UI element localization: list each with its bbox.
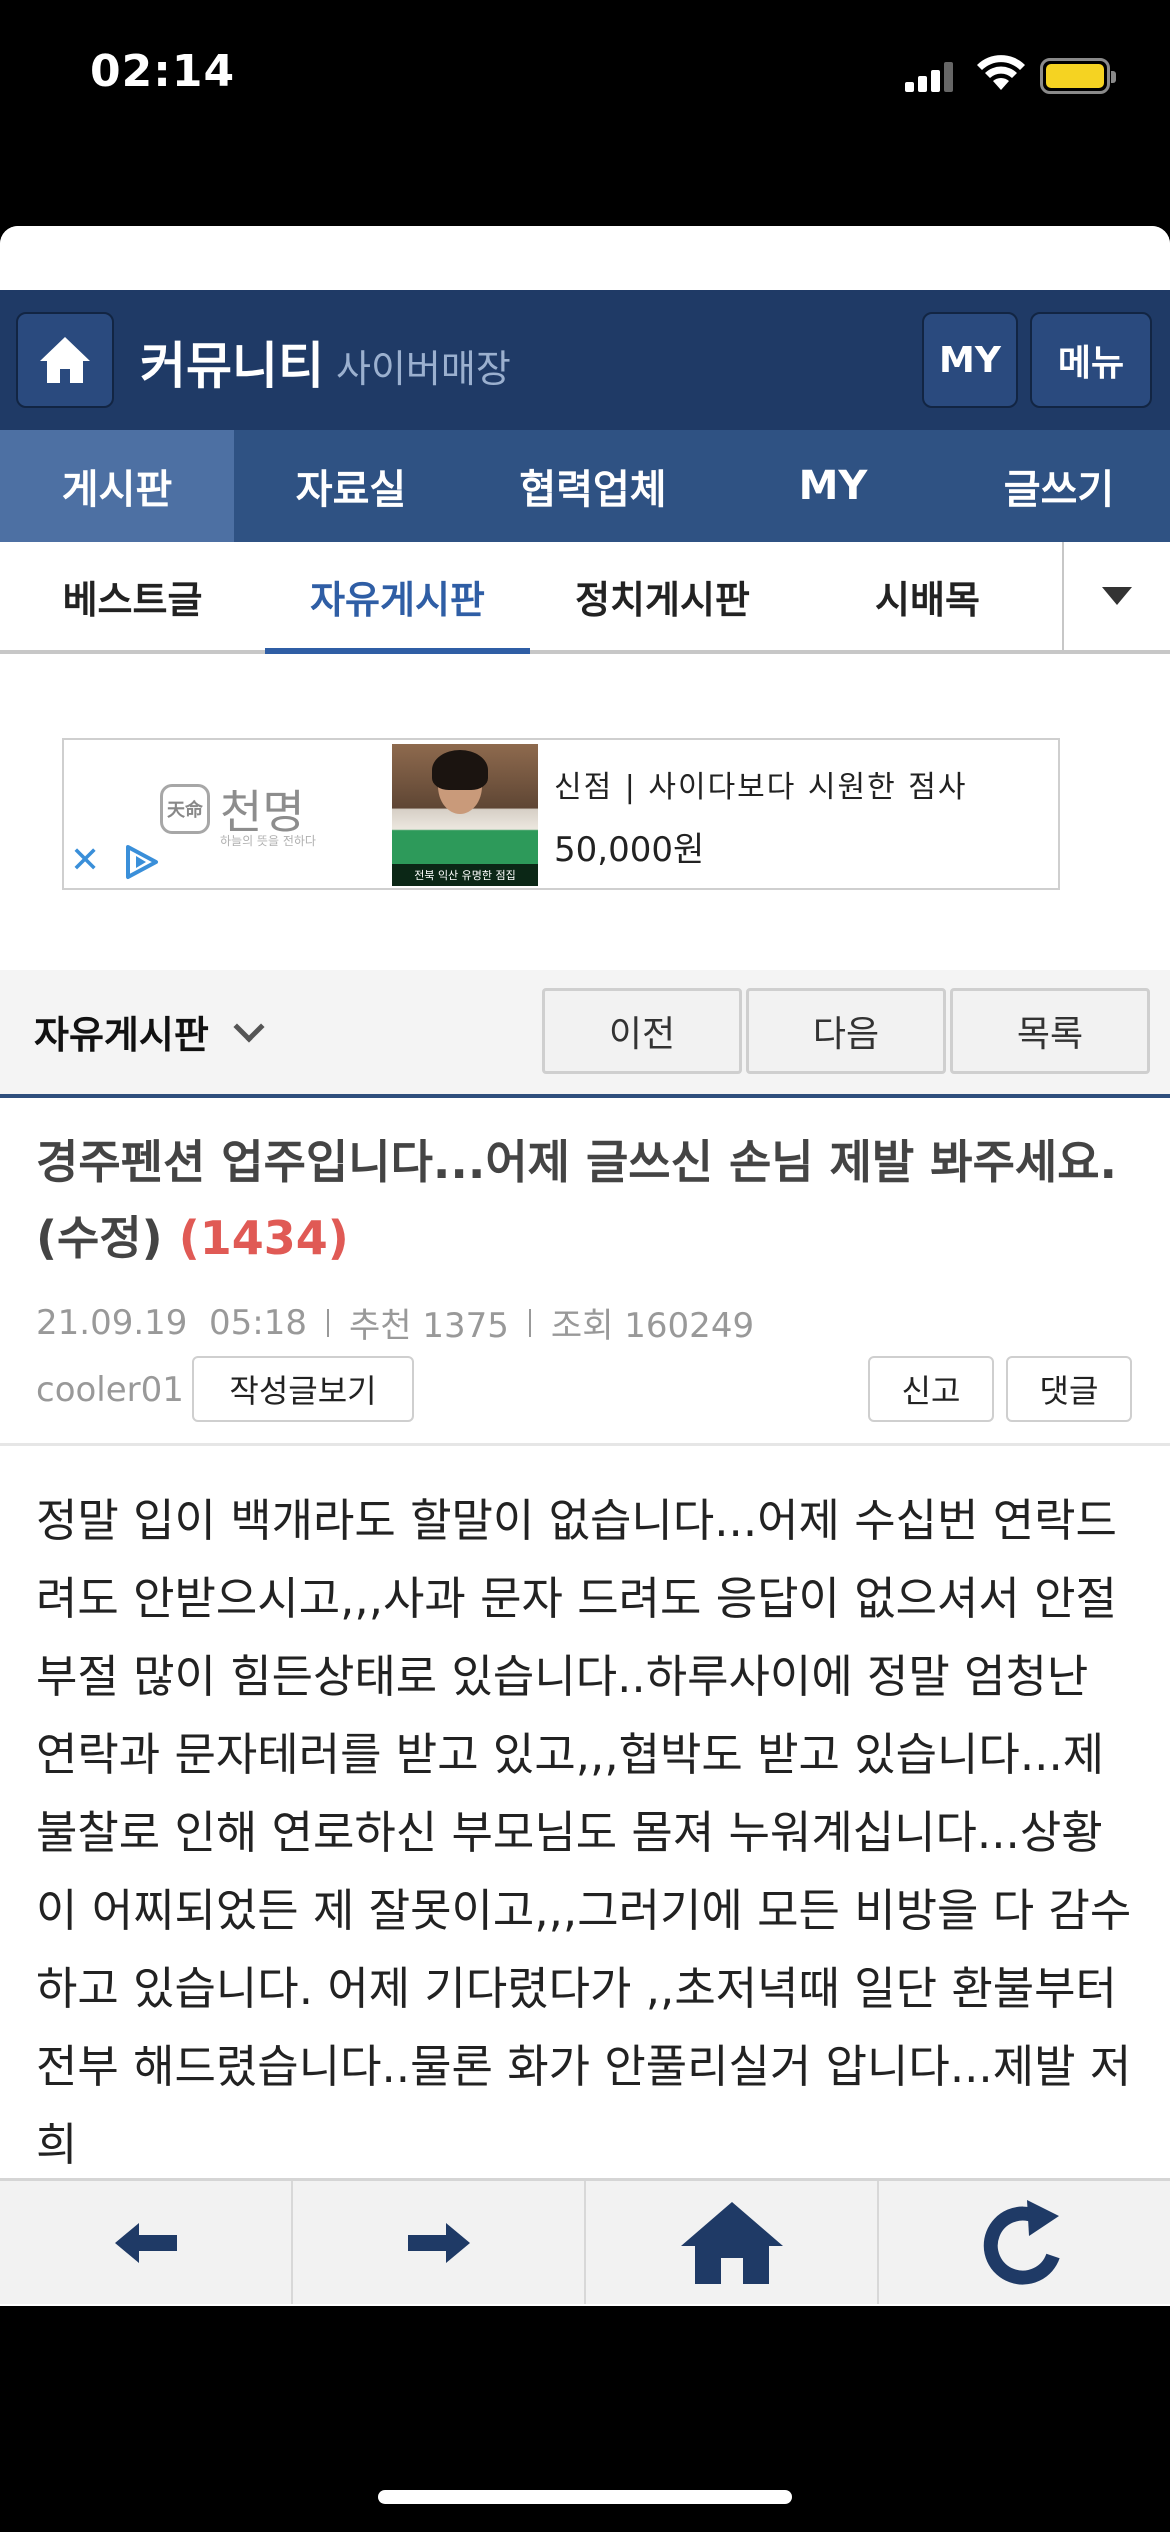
home-icon <box>680 2201 783 2284</box>
board-name[interactable]: 자유게시판 <box>34 1004 209 1059</box>
prev-post-button[interactable]: 이전 <box>542 988 742 1074</box>
ad-banner[interactable]: 天命 천명 하늘의 뜻을 전하다 ✕ 전북 익산 유명한 점집 신점 | 사이다… <box>62 738 1060 890</box>
ad-logo: 天命 천명 하늘의 뜻을 전하다 <box>160 776 316 848</box>
browser-page: 커뮤니티 사이버매장 MY 메뉴 게시판 자료실 협력업체 MY 글쓰기 베스트… <box>0 226 1170 2306</box>
toolbar-home-button[interactable] <box>586 2181 879 2304</box>
tab-sibaemok[interactable]: 시배목 <box>795 542 1060 650</box>
ad-brand-tagline: 하늘의 뜻을 전하다 <box>220 834 316 848</box>
post-date: 21.09.19 05:18 <box>36 1302 308 1343</box>
home-indicator[interactable] <box>378 2490 792 2504</box>
ad-seal-icon: 天命 <box>160 784 210 834</box>
post-title: 경주펜션 업주입니다...어제 글쓰신 손님 제발 봐주세요.(수정) (143… <box>36 1124 1134 1276</box>
forward-button[interactable] <box>293 2181 586 2304</box>
tab-politics[interactable]: 정치게시판 <box>530 542 795 650</box>
nav-board[interactable]: 게시판 <box>0 430 234 542</box>
back-button[interactable] <box>0 2181 293 2304</box>
site-header: 커뮤니티 사이버매장 MY 메뉴 <box>0 290 1170 430</box>
nav-partners[interactable]: 협력업체 <box>468 430 718 542</box>
author-posts-button[interactable]: 작성글보기 <box>192 1356 414 1422</box>
cellular-signal-icon <box>905 62 955 92</box>
refresh-icon <box>983 2199 1060 2284</box>
ad-close-icon[interactable]: ✕ <box>70 840 100 881</box>
bottom-toolbar <box>0 2178 1170 2304</box>
comment-button[interactable]: 댓글 <box>1006 1356 1132 1422</box>
battery-icon <box>1040 58 1116 94</box>
menu-button[interactable]: 메뉴 <box>1030 312 1152 408</box>
main-nav: 게시판 자료실 협력업체 MY 글쓰기 <box>0 430 1170 542</box>
adchoices-icon[interactable] <box>122 844 160 880</box>
forward-arrow-icon <box>407 2222 470 2263</box>
report-button[interactable]: 신고 <box>868 1356 994 1422</box>
view-count: 조회 160249 <box>550 1306 755 1346</box>
ad-image[interactable]: 전북 익산 유명한 점집 <box>392 744 538 886</box>
post-body: 정말 입이 백개라도 할말이 없습니다...어제 수십번 연락드려도 안받으시고… <box>36 1494 1132 2171</box>
ad-image-caption: 전북 익산 유명한 점집 <box>392 864 538 886</box>
tab-free-board[interactable]: 자유게시판 <box>265 542 530 654</box>
home-icon <box>40 337 90 383</box>
wifi-icon <box>977 55 1025 90</box>
home-button[interactable] <box>16 312 114 408</box>
comment-count[interactable]: (1434) <box>179 1211 349 1265</box>
sub-nav: 베스트글 자유게시판 정치게시판 시배목 <box>0 542 1170 654</box>
nav-my[interactable]: MY <box>718 430 948 542</box>
list-button[interactable]: 목록 <box>950 988 1150 1074</box>
site-subtitle: 사이버매장 <box>336 347 511 391</box>
nav-archive[interactable]: 자료실 <box>234 430 468 542</box>
post-header: 경주펜션 업주입니다...어제 글쓰신 손님 제발 봐주세요.(수정) (143… <box>0 1098 1170 1446</box>
recommend-count: 추천 1375 <box>349 1306 509 1346</box>
back-arrow-icon <box>114 2222 177 2263</box>
author-name[interactable]: cooler01 <box>36 1370 184 1410</box>
post-meta: 21.09.19 05:18 추천 1375 조회 160249 <box>36 1298 754 1347</box>
refresh-button[interactable] <box>879 2181 1170 2304</box>
board-bar: 자유게시판 이전 다음 목록 <box>0 970 1170 1098</box>
next-post-button[interactable]: 다음 <box>746 988 946 1074</box>
nav-write[interactable]: 글쓰기 <box>948 430 1170 542</box>
status-time: 02:14 <box>90 46 236 97</box>
triangle-down-icon <box>1102 587 1132 605</box>
site-title[interactable]: 커뮤니티 <box>140 326 324 398</box>
status-bar: 02:14 <box>0 0 1170 150</box>
chevron-down-icon[interactable] <box>233 1011 265 1043</box>
more-tabs-dropdown[interactable] <box>1062 542 1170 650</box>
tab-best[interactable]: 베스트글 <box>0 542 265 650</box>
my-button[interactable]: MY <box>922 312 1018 408</box>
ad-price: 50,000원 <box>554 830 705 870</box>
ad-title[interactable]: 신점 | 사이다보다 시원한 점사 <box>554 762 967 806</box>
